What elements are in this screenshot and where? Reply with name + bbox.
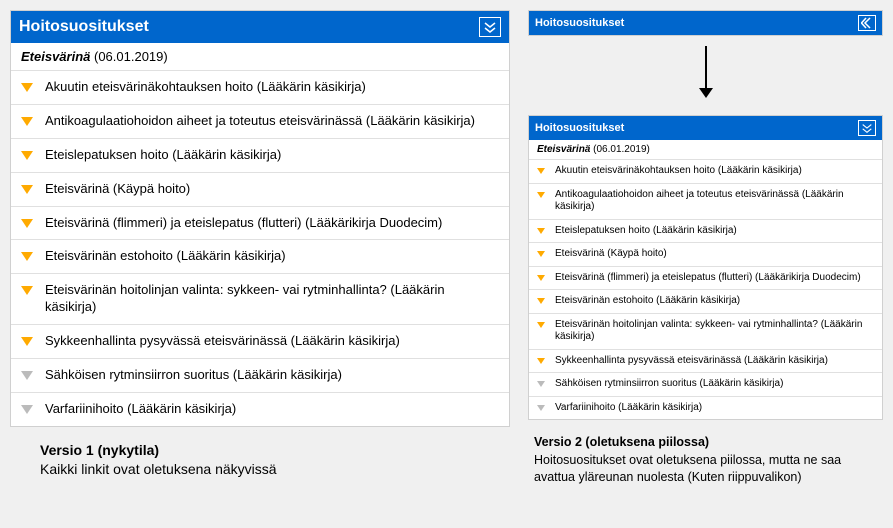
triangle-down-icon xyxy=(537,228,545,234)
list-item[interactable]: Varfariinihoito (Lääkärin käsikirja) xyxy=(11,393,509,426)
caption-title: Versio 1 (nykytila) xyxy=(40,441,277,461)
triangle-down-icon xyxy=(21,337,33,346)
panel-title: Hoitosuositukset xyxy=(19,18,479,36)
topic-date: (06.01.2019) xyxy=(593,144,650,155)
item-label: Sykkeenhallinta pysyvässä eteisvärinässä… xyxy=(555,355,828,368)
item-label: Eteisvärinä (Käypä hoito) xyxy=(45,181,190,198)
triangle-down-icon xyxy=(537,405,545,411)
triangle-down-icon xyxy=(537,358,545,364)
triangle-down-icon xyxy=(537,168,545,174)
list-item[interactable]: Eteisvärinän hoitolinjan valinta: sykkee… xyxy=(529,314,882,350)
item-label: Antikoagulaatiohoidon aiheet ja toteutus… xyxy=(555,189,874,214)
triangle-down-icon xyxy=(537,298,545,304)
list-item[interactable]: Antikoagulaatiohoidon aiheet ja toteutus… xyxy=(529,184,882,220)
list-item[interactable]: Sykkeenhallinta pysyvässä eteisvärinässä… xyxy=(529,350,882,374)
list-item[interactable]: Akuutin eteisvärinäkohtauksen hoito (Lää… xyxy=(11,71,509,105)
list-item[interactable]: Akuutin eteisvärinäkohtauksen hoito (Lää… xyxy=(529,160,882,184)
collapse-icon[interactable] xyxy=(858,120,876,136)
triangle-down-icon xyxy=(21,219,33,228)
triangle-down-icon xyxy=(537,192,545,198)
panel-collapsed: Hoitosuositukset xyxy=(528,10,883,36)
item-label: Eteisvärinän estohoito (Lääkärin käsikir… xyxy=(555,295,740,308)
topic-date: (06.01.2019) xyxy=(94,49,168,64)
item-label: Eteisvärinä (flimmeri) ja eteislepatus (… xyxy=(555,272,861,285)
item-label: Sähköisen rytminsiirron suoritus (Lääkär… xyxy=(555,378,783,391)
item-list-v2: Akuutin eteisvärinäkohtauksen hoito (Lää… xyxy=(529,159,882,419)
item-label: Eteislepatuksen hoito (Lääkärin käsikirj… xyxy=(555,225,737,238)
list-item[interactable]: Eteisvärinän estohoito (Lääkärin käsikir… xyxy=(529,290,882,314)
item-label: Antikoagulaatiohoidon aiheet ja toteutus… xyxy=(45,113,475,130)
triangle-down-icon xyxy=(21,83,33,92)
list-item[interactable]: Sähköisen rytminsiirron suoritus (Lääkär… xyxy=(11,359,509,393)
caption-text: Kaikki linkit ovat oletuksena näkyvissä xyxy=(40,461,277,477)
panel-header-collapsed: Hoitosuositukset xyxy=(529,11,882,35)
list-item[interactable]: Eteisvärinän estohoito (Lääkärin käsikir… xyxy=(11,240,509,274)
triangle-down-icon xyxy=(21,185,33,194)
list-item[interactable]: Eteisvärinän hoitolinjan valinta: sykkee… xyxy=(11,274,509,325)
panel-header: Hoitosuositukset xyxy=(529,116,882,140)
item-label: Eteisvärinän hoitolinjan valinta: sykkee… xyxy=(555,319,874,344)
topic-label: Eteisvärinä xyxy=(21,49,90,64)
item-label: Varfariinihoito (Lääkärin käsikirja) xyxy=(45,401,236,418)
item-label: Sykkeenhallinta pysyvässä eteisvärinässä… xyxy=(45,333,400,350)
triangle-down-icon xyxy=(21,405,33,414)
item-label: Eteisvärinän estohoito (Lääkärin käsikir… xyxy=(45,248,286,265)
triangle-down-icon xyxy=(537,381,545,387)
caption-title: Versio 2 (oletuksena piilossa) xyxy=(534,434,883,452)
subheader: Eteisvärinä (06.01.2019) xyxy=(529,140,882,159)
list-item[interactable]: Sykkeenhallinta pysyvässä eteisvärinässä… xyxy=(11,325,509,359)
panel-version1: Hoitosuositukset Eteisvärinä (06.01.2019… xyxy=(10,10,510,427)
topic-label: Eteisvärinä xyxy=(537,144,590,155)
item-label: Eteisvärinä (flimmeri) ja eteislepatus (… xyxy=(45,215,442,232)
item-label: Eteisvärinä (Käypä hoito) xyxy=(555,248,667,261)
item-label: Sähköisen rytminsiirron suoritus (Lääkär… xyxy=(45,367,342,384)
triangle-down-icon xyxy=(537,322,545,328)
item-label: Akuutin eteisvärinäkohtauksen hoito (Lää… xyxy=(555,165,802,178)
caption-text: Hoitosuositukset ovat oletuksena piiloss… xyxy=(534,453,841,485)
panel-version2: Hoitosuositukset Eteisvärinä (06.01.2019… xyxy=(528,115,883,420)
item-label: Eteislepatuksen hoito (Lääkärin käsikirj… xyxy=(45,147,281,164)
triangle-down-icon xyxy=(21,151,33,160)
collapse-icon[interactable] xyxy=(479,17,501,37)
triangle-down-icon xyxy=(21,117,33,126)
expand-left-icon[interactable] xyxy=(858,15,876,31)
caption-v2: Versio 2 (oletuksena piilossa) Hoitosuos… xyxy=(528,434,883,487)
item-list-v1: Akuutin eteisvärinäkohtauksen hoito (Lää… xyxy=(11,70,509,426)
item-label: Eteisvärinän hoitolinjan valinta: sykkee… xyxy=(45,282,499,316)
list-item[interactable]: Varfariinihoito (Lääkärin käsikirja) xyxy=(529,397,882,420)
triangle-down-icon xyxy=(537,275,545,281)
list-item[interactable]: Eteislepatuksen hoito (Lääkärin käsikirj… xyxy=(529,220,882,244)
list-item[interactable]: Eteisvärinä (Käypä hoito) xyxy=(11,173,509,207)
arrow-down-icon xyxy=(696,46,716,103)
list-item[interactable]: Eteisvärinä (Käypä hoito) xyxy=(529,243,882,267)
item-label: Akuutin eteisvärinäkohtauksen hoito (Lää… xyxy=(45,79,366,96)
list-item[interactable]: Eteislepatuksen hoito (Lääkärin käsikirj… xyxy=(11,139,509,173)
list-item[interactable]: Eteisvärinä (flimmeri) ja eteislepatus (… xyxy=(11,207,509,241)
subheader: Eteisvärinä (06.01.2019) xyxy=(11,43,509,70)
triangle-down-icon xyxy=(21,286,33,295)
list-item[interactable]: Antikoagulaatiohoidon aiheet ja toteutus… xyxy=(11,105,509,139)
panel-title: Hoitosuositukset xyxy=(535,122,858,134)
caption-v1: Versio 1 (nykytila) Kaikki linkit ovat o… xyxy=(10,441,277,480)
list-item[interactable]: Sähköisen rytminsiirron suoritus (Lääkär… xyxy=(529,373,882,397)
item-label: Varfariinihoito (Lääkärin käsikirja) xyxy=(555,402,702,415)
triangle-down-icon xyxy=(21,371,33,380)
panel-title: Hoitosuositukset xyxy=(535,17,858,29)
list-item[interactable]: Eteisvärinä (flimmeri) ja eteislepatus (… xyxy=(529,267,882,291)
triangle-down-icon xyxy=(21,252,33,261)
triangle-down-icon xyxy=(537,251,545,257)
panel-header: Hoitosuositukset xyxy=(11,11,509,43)
